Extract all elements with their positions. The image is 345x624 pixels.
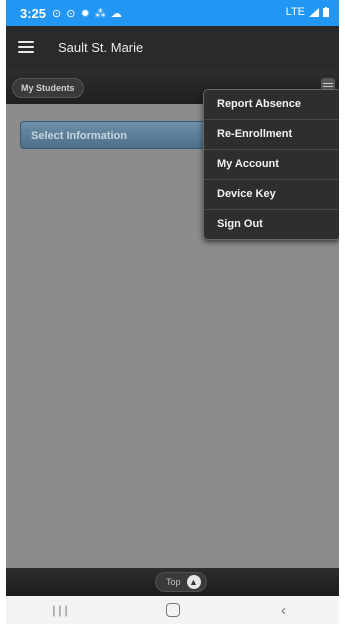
page-title: Sault St. Marie — [58, 39, 144, 55]
android-nav-bar: ||| ‹ — [6, 596, 339, 624]
scroll-top-button[interactable]: Top ▲ — [155, 572, 207, 592]
status-right: LTE — [286, 6, 329, 18]
menu-item-sign-out[interactable]: Sign Out — [204, 210, 339, 239]
top-label: Top — [166, 577, 181, 587]
hamburger-icon[interactable] — [18, 41, 34, 53]
menu-item-re-enrollment[interactable]: Re-Enrollment — [204, 120, 339, 150]
chevron-up-icon: ▲ — [186, 575, 201, 589]
status-bar: 3:25 ⊙ ⊙ ✹ ⁂ ☁ LTE — [6, 0, 339, 26]
notification-icons: ⊙ ⊙ ✹ ⁂ ☁ — [52, 7, 123, 20]
battery-icon — [323, 7, 329, 17]
recent-apps-icon[interactable]: ||| — [42, 600, 82, 620]
status-time: 3:25 — [20, 5, 47, 21]
my-students-button[interactable]: My Students — [12, 78, 84, 98]
menu-item-my-account[interactable]: My Account — [204, 150, 339, 180]
signal-icon — [309, 7, 319, 17]
back-icon[interactable]: ‹ — [264, 600, 304, 620]
signal-text: LTE — [285, 6, 305, 18]
footer-bar: Top ▲ — [6, 568, 339, 596]
app-header: Sault St. Marie — [6, 26, 339, 68]
options-dropdown-menu: Report Absence Re-Enrollment My Account … — [203, 89, 339, 240]
home-icon[interactable] — [153, 600, 193, 620]
menu-item-report-absence[interactable]: Report Absence — [204, 90, 339, 120]
phone-screen: 3:25 ⊙ ⊙ ✹ ⁂ ☁ LTE Sault St. Marie My St… — [6, 0, 339, 624]
menu-item-device-key[interactable]: Device Key — [204, 180, 339, 210]
